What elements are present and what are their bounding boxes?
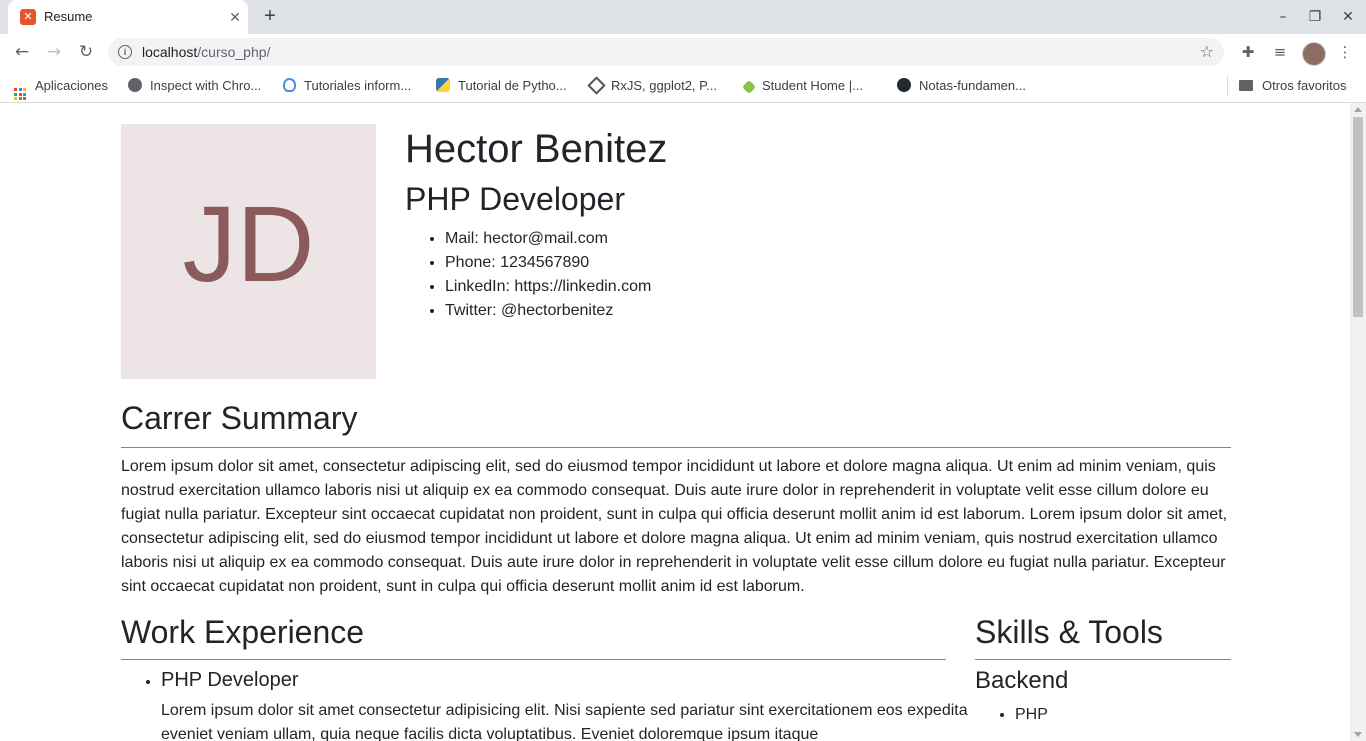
summary-divider [121, 447, 1231, 448]
bookmark-inspect[interactable]: Inspect with Chro... [128, 78, 261, 93]
extensions-icon[interactable]: ✚ [1236, 40, 1260, 64]
resume-title: PHP Developer [405, 181, 625, 217]
work-heading: Work Experience [121, 614, 365, 650]
bookmark-star-icon[interactable]: ☆ [1200, 42, 1214, 61]
bookmark-label: Tutorial de Pytho... [458, 78, 567, 93]
contact-mail: Mail: hector@mail.com [445, 227, 651, 251]
bookmark-label: Inspect with Chro... [150, 78, 262, 93]
scroll-down-arrow-icon[interactable] [1354, 732, 1362, 737]
photo-initials: JD [182, 183, 315, 304]
job-description: Lorem ipsum dolor sit amet consectetur a… [161, 702, 968, 741]
bookmark-apps[interactable]: Aplicaciones [14, 78, 108, 100]
page-scrollbar[interactable] [1350, 103, 1366, 741]
job-list: PHP Developer Lorem ipsum dolor sit amet… [121, 667, 986, 741]
job-item: PHP Developer Lorem ipsum dolor sit amet… [161, 667, 986, 741]
url-host: localhost [142, 44, 198, 60]
resume-name: Hector Benitez [405, 127, 668, 171]
folder-icon [1239, 80, 1253, 91]
bookmark-label: Aplicaciones [35, 78, 108, 93]
page-viewport: JD Hector Benitez PHP Developer Mail: he… [0, 103, 1350, 741]
contact-list: Mail: hector@mail.com Phone: 1234567890 … [405, 227, 651, 323]
skills-heading: Skills & Tools [975, 614, 1163, 650]
menu-icon[interactable]: ⋮ [1333, 40, 1357, 64]
forward-icon[interactable]: → [42, 40, 66, 64]
tab-strip: ✕ Resume ✕ + – ❐ ✕ [0, 0, 1366, 34]
bookmark-label: Notas-fundamen... [919, 78, 1026, 93]
bookmarks-divider [1227, 76, 1228, 96]
github-icon [897, 78, 911, 92]
bookmark-tutoriales[interactable]: Tutoriales inform... [283, 78, 411, 93]
python-icon [436, 78, 450, 92]
bookmark-label: RxJS, ggplot2, P... [611, 78, 717, 93]
bookmark-github[interactable]: Notas-fundamen... [897, 78, 1026, 93]
bookmarks-bar: Aplicaciones Inspect with Chro... Tutori… [0, 70, 1366, 103]
job-title: PHP Developer [161, 669, 299, 691]
apps-grid-icon [14, 88, 26, 100]
close-tab-icon[interactable]: ✕ [225, 7, 245, 27]
xampp-icon: ✕ [20, 9, 36, 25]
bookmark-python[interactable]: Tutorial de Pytho... [436, 78, 567, 93]
skill-item: PHP [1015, 703, 1048, 727]
contact-twitter: Twitter: @hectorbenitez [445, 299, 651, 323]
skills-divider [975, 659, 1231, 660]
summary-text: Lorem ipsum dolor sit amet, consectetur … [121, 458, 1228, 595]
other-bookmarks[interactable]: Otros favoritos [1239, 78, 1347, 93]
bookmark-rxjs[interactable]: RxJS, ggplot2, P... [587, 76, 717, 95]
close-window-icon[interactable]: ✕ [1333, 6, 1363, 28]
globe-icon [128, 78, 142, 92]
back-icon[interactable]: ← [10, 40, 34, 64]
student-icon [741, 79, 757, 95]
scroll-up-arrow-icon[interactable] [1354, 107, 1362, 112]
scroll-thumb[interactable] [1353, 117, 1363, 317]
minimize-icon[interactable]: – [1268, 6, 1298, 28]
other-bookmarks-label: Otros favoritos [1262, 78, 1347, 93]
bookmark-label: Student Home |... [762, 78, 863, 93]
bookmark-student-home[interactable]: Student Home |... [741, 78, 863, 95]
address-bar[interactable]: i localhost/curso_php/ ☆ [108, 38, 1224, 66]
bookmark-label: Tutoriales inform... [304, 78, 412, 93]
skills-group-backend: Backend [975, 667, 1069, 694]
url-path: /curso_php/ [197, 44, 271, 60]
skills-list: PHP [975, 703, 1048, 727]
reload-icon[interactable]: ↻ [74, 40, 98, 64]
media-control-icon[interactable]: ≡ [1268, 40, 1292, 64]
profile-avatar[interactable] [1302, 42, 1326, 66]
bulb-icon [283, 78, 296, 92]
url-text[interactable]: localhost/curso_php/ [142, 44, 270, 60]
diamond-icon [587, 76, 606, 95]
contact-linkedin: LinkedIn: https://linkedin.com [445, 275, 651, 299]
profile-photo-placeholder: JD [121, 124, 376, 379]
contact-phone: Phone: 1234567890 [445, 251, 651, 275]
info-icon[interactable]: i [118, 45, 132, 59]
summary-heading: Carrer Summary [121, 400, 358, 436]
new-tab-button[interactable]: + [258, 5, 282, 29]
work-divider [121, 659, 946, 660]
browser-toolbar: ← → ↻ i localhost/curso_php/ ☆ ✚ ≡ ⋮ [0, 34, 1366, 70]
tab-resume[interactable]: ✕ Resume ✕ [8, 0, 248, 34]
tab-title: Resume [44, 9, 93, 24]
restore-icon[interactable]: ❐ [1300, 6, 1330, 28]
